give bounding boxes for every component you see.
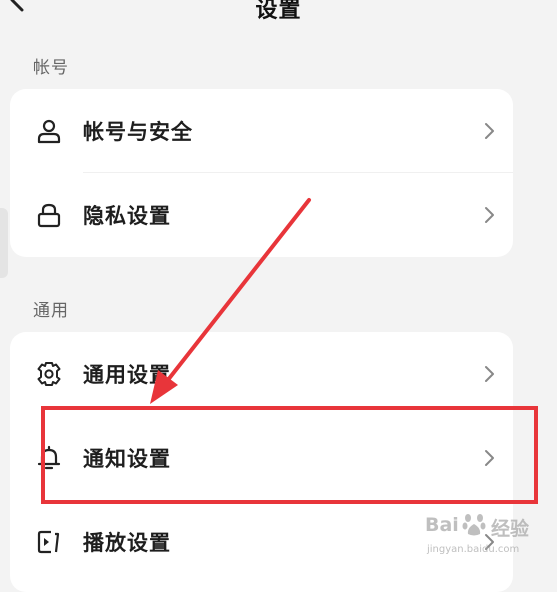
settings-row-label: 帐号与安全	[83, 120, 193, 144]
settings-row-label: 隐私设置	[83, 204, 171, 228]
settings-row-label: 播放设置	[83, 531, 171, 555]
settings-row-playback[interactable]: 播放设置	[10, 500, 513, 584]
settings-row-privacy[interactable]: 隐私设置	[10, 173, 513, 257]
gear-icon	[36, 361, 62, 387]
settings-row-label: 通知设置	[83, 447, 171, 471]
section-label-account: 帐号	[33, 58, 69, 78]
chevron-right-icon	[481, 205, 497, 225]
chevron-right-icon	[481, 364, 497, 384]
chevron-right-icon	[481, 121, 497, 141]
settings-row-account-security[interactable]: 帐号与安全	[10, 89, 513, 173]
section-label-general: 通用	[33, 301, 69, 321]
account-card: 帐号与安全 隐私设置	[10, 89, 513, 257]
top-bar: 设置	[0, 0, 557, 28]
page-title: 设置	[255, 0, 302, 23]
settings-row-notifications[interactable]: 通知设置	[10, 416, 513, 500]
play-settings-icon	[36, 529, 62, 555]
side-edge-shadow	[0, 208, 8, 278]
chevron-right-icon	[481, 532, 497, 552]
person-icon	[36, 118, 62, 144]
chevron-right-icon	[481, 448, 497, 468]
settings-row-general[interactable]: 通用设置	[10, 332, 513, 416]
general-card: 通用设置 通知设置 播放设置	[10, 332, 513, 592]
lock-icon	[36, 202, 62, 228]
settings-row-label: 通用设置	[83, 363, 171, 387]
bell-icon	[36, 445, 62, 471]
